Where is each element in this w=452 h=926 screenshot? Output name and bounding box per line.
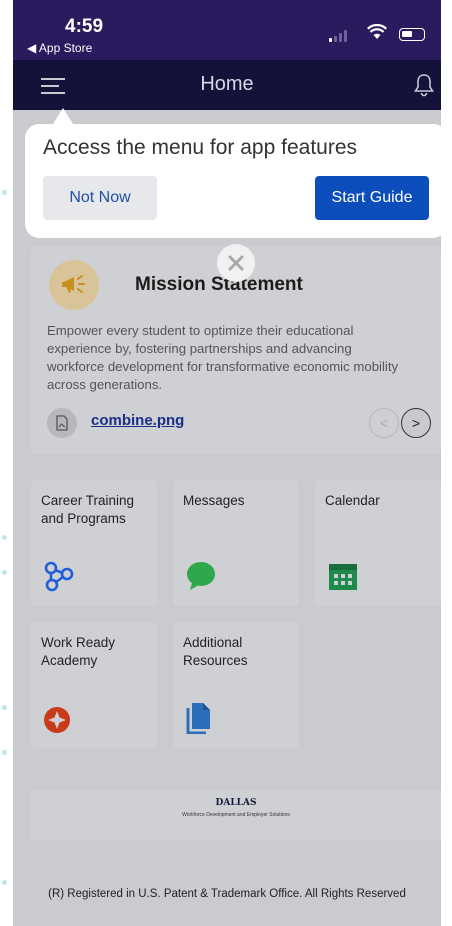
tooltip-message: Access the menu for app features [43, 136, 358, 159]
tile-messages[interactable]: Messages [173, 480, 299, 606]
document-icon [186, 703, 210, 734]
tile-label: Additional Resources [183, 635, 248, 668]
previous-button[interactable]: < [369, 408, 399, 438]
star-badge-icon [44, 707, 70, 733]
megaphone-icon [49, 260, 99, 310]
attachment-link[interactable]: combine.png [91, 412, 184, 429]
not-now-button[interactable]: Not Now [43, 176, 157, 220]
tile-career-training[interactable]: Career Training and Programs [31, 480, 157, 606]
mission-title: Mission Statement [135, 274, 303, 295]
battery-icon [399, 28, 425, 41]
close-icon [228, 255, 244, 271]
image-file-icon [47, 408, 77, 438]
tile-calendar[interactable]: Calendar [315, 480, 441, 606]
start-guide-button[interactable]: Start Guide [315, 176, 429, 220]
tile-label: Messages [183, 493, 245, 508]
tile-label: Calendar [325, 493, 380, 508]
tile-additional-resources[interactable]: Additional Resources [173, 622, 299, 748]
tile-work-ready-academy[interactable]: Work Ready Academy [31, 622, 157, 748]
calendar-icon [329, 564, 357, 590]
tile-label: Work Ready Academy [41, 635, 116, 668]
bell-icon[interactable] [413, 73, 435, 97]
dallas-college-logo: DALLAS Workforce Development and Employe… [31, 790, 441, 840]
chat-bubble-icon [187, 562, 215, 590]
page-title: Home [200, 73, 254, 95]
status-time: 4:59 [65, 16, 104, 37]
back-to-app-store-link[interactable]: ◀ App Store [27, 41, 92, 55]
logo-text: DALLAS [215, 798, 257, 808]
tile-label: Career Training and Programs [41, 493, 135, 526]
app-screen: 4:59 ◀ App Store Home Access the menu fo… [13, 0, 441, 926]
copyright-text: (R) Registered in U.S. Patent & Trademar… [48, 888, 406, 900]
app-header: Home [13, 60, 441, 110]
next-button[interactable]: > [401, 408, 431, 438]
wifi-icon [367, 24, 387, 39]
logo-subtitle: Workforce Development and Employer Solut… [182, 812, 290, 818]
network-icon [44, 561, 74, 592]
close-tooltip-button[interactable] [217, 244, 255, 282]
onboarding-tooltip: Access the menu for app features Not Now… [25, 124, 441, 238]
mission-body: Empower every student to optimize their … [47, 323, 399, 392]
cellular-signal-icon [329, 30, 347, 42]
status-bar: 4:59 ◀ App Store [13, 0, 441, 60]
tooltip-arrow [53, 108, 73, 124]
